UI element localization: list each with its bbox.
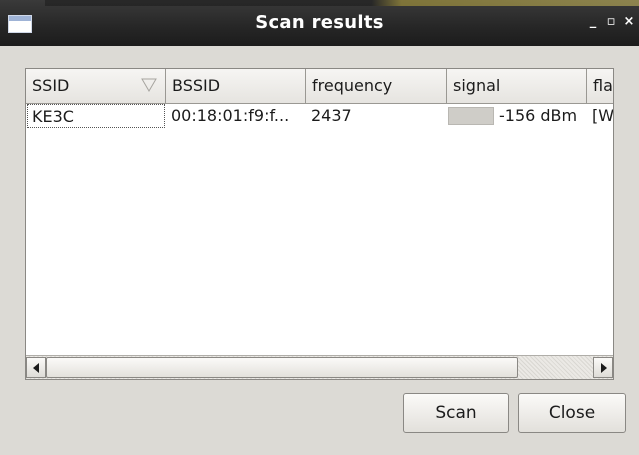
- horizontal-scrollbar[interactable]: [26, 355, 613, 379]
- sort-descending-icon: [141, 78, 157, 92]
- cell-flags: [WE: [592, 106, 614, 125]
- column-header-ssid[interactable]: SSID: [26, 69, 166, 103]
- column-header-label: BSSID: [172, 76, 221, 95]
- table-row[interactable]: KE3C 00:18:01:f9:f... 2437 -156 dBm [WE: [26, 104, 613, 128]
- cell-ssid: KE3C: [27, 104, 165, 128]
- maximize-button[interactable]: ▫: [604, 14, 618, 30]
- cell-bssid: 00:18:01:f9:f...: [171, 106, 290, 125]
- column-header-signal[interactable]: signal: [447, 69, 587, 103]
- cell-frequency: 2437: [311, 106, 352, 125]
- arrow-left-icon: [33, 363, 39, 373]
- close-window-button[interactable]: ×: [622, 14, 636, 30]
- minimize-button[interactable]: _: [586, 14, 600, 30]
- cell-signal: -156 dBm: [499, 106, 578, 125]
- arrow-right-icon: [601, 363, 607, 373]
- column-header-label: SSID: [32, 76, 70, 95]
- scroll-left-button[interactable]: [26, 357, 46, 378]
- column-header-flags[interactable]: flag: [587, 69, 613, 103]
- scan-results-window: Scan results _ ▫ × SSID BSSID frequency …: [0, 0, 639, 455]
- scan-button[interactable]: Scan: [403, 393, 509, 433]
- title-bar[interactable]: Scan results _ ▫ ×: [0, 0, 639, 46]
- list-header: SSID BSSID frequency signal flag: [26, 69, 613, 104]
- column-header-label: signal: [453, 76, 501, 95]
- column-header-label: frequency: [312, 76, 393, 95]
- column-header-frequency[interactable]: frequency: [306, 69, 447, 103]
- close-button[interactable]: Close: [518, 393, 626, 433]
- column-header-label: flag: [593, 76, 613, 95]
- signal-strength-bar: [448, 107, 494, 125]
- scan-results-list[interactable]: SSID BSSID frequency signal flag KE3C 00…: [25, 68, 614, 380]
- scroll-right-button[interactable]: [593, 357, 613, 378]
- window-title: Scan results: [255, 12, 384, 33]
- scrollbar-thumb[interactable]: [46, 357, 518, 378]
- title-bar-highlight: [45, 0, 639, 6]
- column-header-bssid[interactable]: BSSID: [166, 69, 306, 103]
